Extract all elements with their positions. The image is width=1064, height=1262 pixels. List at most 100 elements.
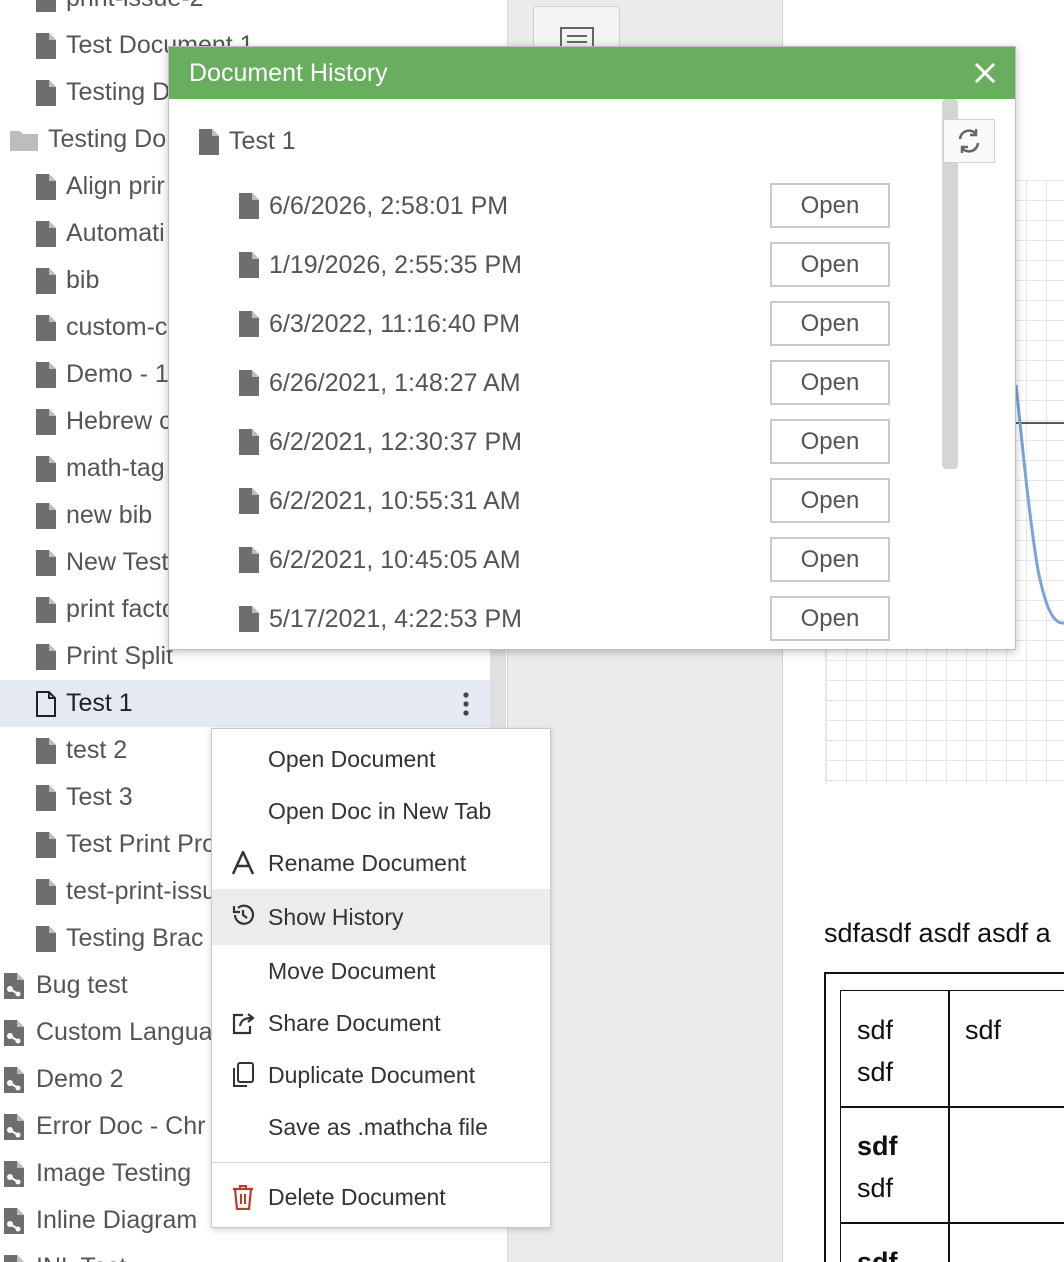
- sidebar-item-label: test-print-issu: [66, 877, 217, 905]
- sidebar-item-label: Align prir: [66, 172, 165, 200]
- duplicate-document-item[interactable]: Duplicate Document: [212, 1049, 550, 1101]
- shared-file-icon: [4, 1066, 26, 1093]
- file-icon: [239, 606, 259, 632]
- table-cell-text: sdf sdf: [857, 1131, 898, 1203]
- sidebar-item-label: bib: [66, 266, 100, 294]
- file-icon: [36, 549, 56, 576]
- sidebar-item-label: Testing D: [66, 78, 171, 106]
- menu-item-label: Rename Document: [268, 849, 467, 876]
- doc-name-label: Test 1: [229, 127, 296, 155]
- file-icon: [36, 314, 56, 341]
- shared-file-icon: [4, 1160, 26, 1187]
- file-icon: [36, 784, 56, 811]
- shared-file-icon: [4, 1254, 26, 1262]
- sidebar-item-label: INL Test: [36, 1253, 126, 1262]
- show-history-item[interactable]: Show History: [212, 889, 550, 945]
- history-doc-name: Test 1: [199, 127, 296, 156]
- history-entry: 6/2/2021, 12:30:37 PM Open: [239, 419, 890, 465]
- table-cell[interactable]: sdf sdf: [840, 1106, 950, 1224]
- sidebar-item[interactable]: INL Test: [0, 1244, 490, 1262]
- menu-item-label: Duplicate Document: [268, 1061, 476, 1088]
- sidebar-item-label: Custom Langua: [36, 1018, 213, 1046]
- sidebar-item-label: math-tag: [66, 454, 165, 482]
- open-document-item[interactable]: Open Document: [212, 733, 550, 785]
- delete-document-item[interactable]: Delete Document: [212, 1171, 550, 1223]
- file-icon: [239, 547, 259, 573]
- file-icon: [239, 193, 259, 219]
- history-entry: 6/3/2022, 11:16:40 PM Open: [239, 301, 890, 347]
- sidebar-item-label: print-issue-2: [66, 0, 204, 13]
- save-mathcha-item[interactable]: Save as .mathcha file: [212, 1101, 550, 1153]
- history-timestamp: 6/2/2021, 10:45:05 AM: [269, 545, 521, 574]
- file-icon: [36, 643, 56, 670]
- file-icon: [36, 925, 56, 952]
- history-entry: 5/17/2021, 4:22:53 PM Open: [239, 596, 890, 642]
- table-cell[interactable]: sdf sdf: [840, 990, 950, 1108]
- table-cell[interactable]: sdf: [948, 990, 1064, 1108]
- sidebar-item-label: Demo - 1: [66, 360, 169, 388]
- history-entry: 6/6/2026, 2:58:01 PM Open: [239, 183, 890, 229]
- open-version-button[interactable]: Open: [770, 360, 890, 405]
- sidebar-scrollbar[interactable]: [490, 650, 506, 730]
- history-entry: 1/19/2026, 2:55:35 PM Open: [239, 242, 890, 288]
- file-icon: [239, 252, 259, 278]
- close-icon: [974, 62, 996, 84]
- sidebar-item[interactable]: Test 1: [0, 680, 490, 727]
- sidebar-item-label: Print Split: [66, 642, 173, 670]
- file-icon: [36, 79, 56, 106]
- sidebar-item[interactable]: print-issue-2: [0, 0, 490, 22]
- dialog-title: Document History: [189, 58, 388, 87]
- file-icon: [36, 361, 56, 388]
- rename-document-item[interactable]: Rename Document: [212, 837, 550, 889]
- open-version-button[interactable]: Open: [770, 596, 890, 641]
- menu-item-label: Move Document: [268, 957, 436, 984]
- sidebar-item-label: Image Testing: [36, 1159, 192, 1187]
- open-version-button[interactable]: Open: [770, 301, 890, 346]
- folder-icon: [10, 129, 38, 151]
- file-icon: [36, 737, 56, 764]
- sidebar-item-label: Testing Brac: [66, 924, 204, 952]
- graph-curve: [1014, 384, 1064, 625]
- file-icon: [36, 408, 56, 435]
- refresh-button[interactable]: [943, 119, 995, 163]
- history-entry: 6/2/2021, 10:45:05 AM Open: [239, 537, 890, 583]
- duplicate-icon: [230, 1062, 256, 1088]
- sidebar-item-label: Test Print Pro: [66, 830, 217, 858]
- sidebar-item-label: test 2: [66, 736, 128, 764]
- open-version-button[interactable]: Open: [770, 419, 890, 464]
- file-icon: [36, 878, 56, 905]
- file-icon: [199, 128, 219, 155]
- history-list: Test 1 6/6/2026, 2:58:01 PM Open 1/19/2026…: [169, 99, 1015, 649]
- file-outline-icon: [36, 690, 56, 717]
- move-document-item[interactable]: Move Document: [212, 945, 550, 997]
- open-version-button[interactable]: Open: [770, 183, 890, 228]
- file-icon: [36, 220, 56, 247]
- table-cell[interactable]: [948, 1222, 1064, 1262]
- sidebar-item-label: Test 3: [66, 783, 133, 811]
- more-options-button[interactable]: [456, 680, 476, 727]
- menu-divider: [212, 1162, 550, 1163]
- share-document-item[interactable]: Share Document: [212, 997, 550, 1049]
- sidebar-item-label: Test 1: [66, 689, 133, 717]
- sidebar-item-label: new bib: [66, 501, 153, 529]
- document-paragraph[interactable]: sdfasdf asdf asdf a: [824, 918, 1051, 949]
- shared-file-icon: [4, 1019, 26, 1046]
- open-version-button[interactable]: Open: [770, 537, 890, 582]
- file-icon: [239, 488, 259, 514]
- table-cell-text: sdf: [965, 1015, 1002, 1045]
- history-icon: [230, 902, 256, 928]
- sidebar-item-label: Demo 2: [36, 1065, 124, 1093]
- open-version-button[interactable]: Open: [770, 478, 890, 523]
- table-cell[interactable]: [948, 1106, 1064, 1224]
- file-icon: [239, 429, 259, 455]
- table-cell[interactable]: sdf: [840, 1222, 950, 1262]
- close-button[interactable]: [971, 59, 999, 87]
- history-entry: 6/2/2021, 10:55:31 AM Open: [239, 478, 890, 524]
- refresh-icon: [958, 129, 980, 153]
- open-version-button[interactable]: Open: [770, 242, 890, 287]
- open-new-tab-item[interactable]: Open Doc in New Tab: [212, 785, 550, 837]
- menu-item-label: Delete Document: [268, 1183, 446, 1210]
- rename-icon: [230, 850, 256, 876]
- history-timestamp: 1/19/2026, 2:55:35 PM: [269, 250, 522, 279]
- menu-item-label: Open Document: [268, 745, 436, 772]
